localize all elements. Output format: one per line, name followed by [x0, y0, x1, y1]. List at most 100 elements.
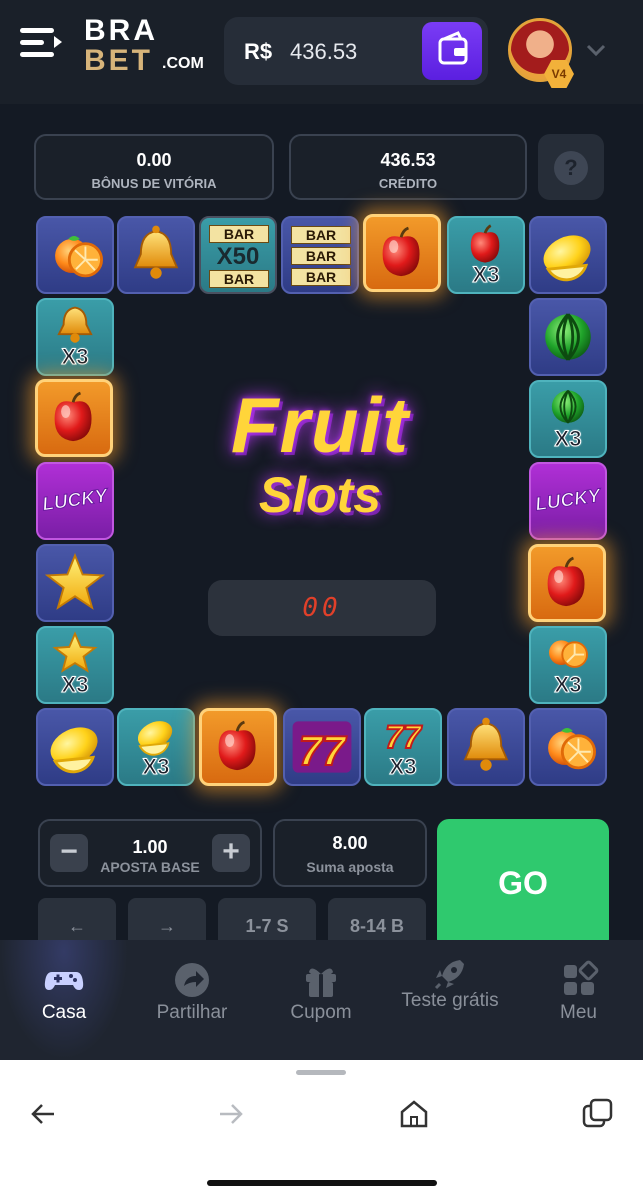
tile-orange [529, 708, 607, 786]
nav-label: Casa [41, 1002, 87, 1023]
nav-item-casa[interactable]: Casa [0, 940, 128, 1060]
x50-label: X50 [216, 243, 260, 270]
logo-suffix: .COM [162, 55, 204, 72]
bar-label: BAR [291, 268, 351, 286]
tile-seven-x3: X3 [364, 708, 442, 786]
bar-label: BAR [291, 247, 351, 265]
credit-box: 436.53 CRÉDITO [289, 134, 527, 200]
tile-lucky: LUCKY [36, 462, 114, 540]
help-button[interactable]: ? [538, 134, 604, 200]
increase-bet-button[interactable]: + [212, 834, 250, 872]
apple-icon [546, 556, 586, 608]
nav-label: Teste grátis [401, 990, 499, 1011]
multiplier-label: X3 [472, 262, 500, 288]
nav-label: Partilhar [156, 1002, 228, 1023]
multiplier-label: X3 [554, 672, 582, 698]
lemon-icon [536, 226, 599, 282]
nav-item-teste-gratis[interactable]: Teste grátis [386, 940, 514, 1060]
tile-star [36, 544, 114, 622]
multiplier-label: X3 [61, 672, 89, 698]
base-bet-value: 1.00 [132, 837, 168, 857]
sheet-handle[interactable] [296, 1070, 346, 1075]
watermelon-icon [543, 312, 593, 362]
bottom-navigation: Casa Partilhar Cupom Teste grátis Meu [0, 940, 643, 1060]
total-bet-label: Suma aposta [306, 859, 394, 875]
multiplier-label: X3 [61, 344, 89, 370]
total-bet-box: 8.00 Suma aposta [273, 819, 427, 887]
win-bonus-box: 0.00 BÔNUS DE VITÓRIA [34, 134, 274, 200]
multiplier-label: X3 [142, 754, 170, 780]
tile-apple-lit [363, 214, 441, 292]
balance-display: R$ 436.53 [224, 17, 488, 85]
share-icon [175, 963, 209, 997]
seven-icon [291, 720, 353, 775]
tile-bell [447, 708, 525, 786]
logo-line2: BET [84, 44, 153, 77]
tile-seven [283, 708, 361, 786]
brabet-logo[interactable]: BRA BET .COM [84, 14, 204, 77]
game-title-line2: Slots [258, 467, 382, 523]
tile-apple-lit [35, 379, 113, 457]
game-title-line1: Fruit [230, 381, 410, 469]
base-bet-control: − 1.00 APOSTA BASE + [38, 819, 262, 887]
nav-label: Cupom [290, 1002, 352, 1023]
multiplier-label: X3 [554, 426, 582, 452]
win-bonus-value: 0.00 [136, 150, 172, 170]
apple-icon [217, 720, 257, 772]
lucky-label: LUCKY [534, 485, 603, 516]
tile-bell-x3: X3 [36, 298, 114, 376]
tile-star-x3: X3 [36, 626, 114, 704]
tile-orange-x3: X3 [529, 626, 607, 704]
tile-apple-x3: X3 [447, 216, 525, 294]
total-bet-value: 8.00 [332, 833, 368, 853]
nav-label: Meu [560, 1002, 597, 1023]
wallet-button[interactable] [422, 22, 482, 80]
help-icon: ? [554, 151, 588, 185]
decrease-bet-button[interactable]: − [50, 834, 88, 872]
tile-apple-lit [199, 708, 277, 786]
nav-item-meu[interactable]: Meu [514, 940, 643, 1060]
multiplier-label: X3 [389, 754, 417, 780]
lemon-icon [43, 718, 106, 774]
top-header: BRA BET .COM R$ 436.53 V4 [0, 0, 643, 104]
tile-lemon [529, 216, 607, 294]
gamepad-icon [44, 972, 84, 990]
tile-melon-x3: X3 [529, 380, 607, 458]
tabs-icon[interactable] [580, 1096, 616, 1132]
home-indicator [207, 1180, 437, 1186]
tile-bell [117, 216, 195, 294]
bar-label: BAR [291, 226, 351, 244]
orange-icon [53, 234, 103, 278]
tile-orange [36, 216, 114, 294]
credit-label: CRÉDITO [378, 176, 438, 191]
nav-item-partilhar[interactable]: Partilhar [128, 940, 256, 1060]
currency-symbol: R$ [244, 39, 273, 64]
go-button[interactable]: GO [437, 819, 609, 951]
star-icon [46, 554, 104, 609]
menu-icon[interactable] [20, 24, 64, 60]
logo-line1: BRA [84, 14, 158, 47]
rocket-icon [434, 960, 464, 990]
back-arrow-icon[interactable] [26, 1096, 62, 1132]
lucky-label: LUCKY [41, 485, 110, 516]
bell-icon [134, 224, 178, 280]
grid-icon [563, 960, 598, 995]
home-icon[interactable] [396, 1096, 432, 1132]
forward-arrow-icon[interactable] [212, 1096, 248, 1132]
apple-icon [381, 226, 421, 278]
credit-value: 436.53 [380, 150, 436, 170]
tile-bar-x50: BAR X50 BAR [199, 216, 277, 294]
apple-icon [53, 391, 93, 443]
orange-icon [546, 726, 596, 770]
tile-lucky: LUCKY [529, 462, 607, 540]
bar-label: BAR [209, 270, 269, 288]
tile-bar-triple: BAR BAR BAR [281, 216, 359, 294]
result-counter: 00 [208, 580, 436, 636]
tile-melon [529, 298, 607, 376]
tile-apple-lit [528, 544, 606, 622]
wallet-icon [438, 31, 468, 65]
gift-icon [306, 968, 336, 997]
nav-item-cupom[interactable]: Cupom [256, 940, 386, 1060]
chevron-down-icon[interactable] [584, 38, 608, 62]
tile-lemon-x3: X3 [117, 708, 195, 786]
